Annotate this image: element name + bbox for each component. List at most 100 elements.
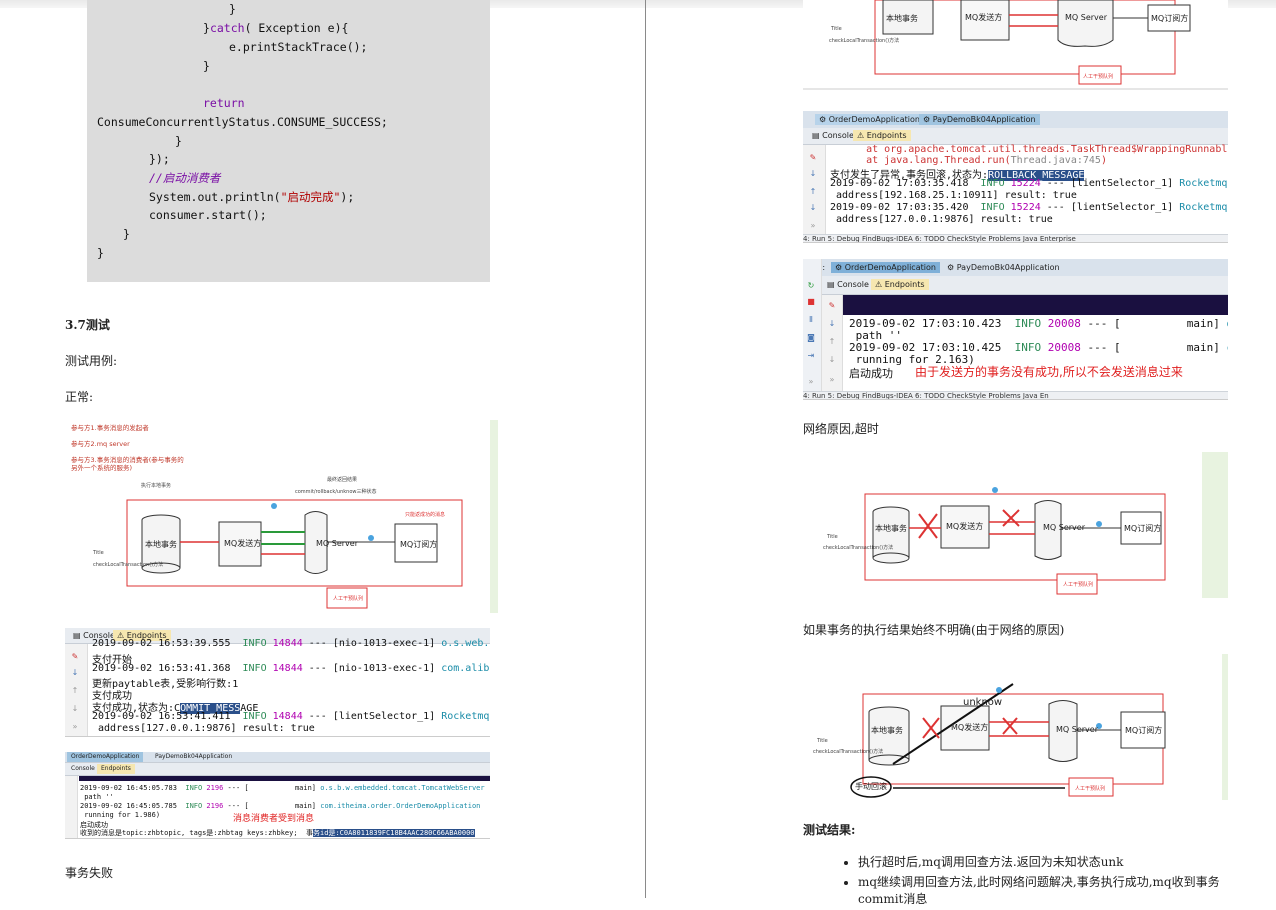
code-line: }catch( Exception e){	[203, 21, 349, 35]
sort-icon[interactable]: ↓	[70, 668, 80, 677]
down-icon[interactable]: ↓	[808, 203, 818, 212]
more-icon[interactable]: »	[808, 221, 818, 230]
final-result-label: 最终返回结果	[327, 477, 358, 483]
mq-subscriber-label: MQ订阅方	[1124, 524, 1162, 533]
test-case-label: 测试用例:	[65, 354, 118, 368]
title-small: Title	[817, 738, 828, 744]
check-method-label: checkLocalTransaction()方法	[813, 749, 884, 755]
console-tab-bar: ▤ Console ⚠ Endpoints	[803, 276, 1228, 295]
log-line: 2019-09-02 16:53:41.368 INFO 14844 --- […	[92, 663, 490, 674]
down-icon[interactable]: ↓	[827, 355, 837, 364]
rerun-icon[interactable]: ↻	[806, 281, 816, 290]
tab-endpoints[interactable]: Endpoints	[97, 764, 135, 774]
log-line: 2019-09-02 16:53:41.411 INFO 14844 --- […	[92, 711, 490, 722]
log-line: 2019-09-02 16:45:05.785 INFO 2196 --- [ …	[80, 802, 481, 810]
tab-order-app[interactable]: ⚙ OrderDemoApplication	[815, 114, 924, 125]
code-line: }	[203, 59, 210, 73]
mq-subscriber-label: MQ订阅方	[1151, 14, 1189, 23]
more-icon[interactable]: »	[70, 722, 80, 731]
code-line: });	[149, 152, 170, 166]
tab-console[interactable]: ▤ Console	[823, 279, 873, 290]
down-icon[interactable]: ↓	[70, 704, 80, 713]
tx-fail-label: 事务失败	[65, 866, 114, 880]
local-transaction-label: 本地事务	[871, 726, 903, 735]
results-heading: 测试结果:	[803, 823, 856, 837]
no-message-note: 由于发送方的事务没有成功,所以不会发送消息过来	[915, 365, 1183, 379]
tab-pay-app[interactable]: ⚙ PayDemoBk04Application	[943, 262, 1064, 273]
consumer-received-note: 消息消费者受到消息	[233, 814, 315, 824]
transaction-flow-diagram: 参与方1.事务消息的发起者 参与方2.mq server 参与方3.事务消息的消…	[65, 420, 498, 613]
unknown-status-diagram: 本地事务 MQ发送方 MQ Server MQ订阅方 unknow 手动回滚 T…	[803, 654, 1228, 800]
results-list: 执行超时后,mq调用回查方法.返回为未知状态unk mq继续调用回查方法,此时网…	[840, 853, 1248, 910]
code-line: return	[203, 96, 245, 110]
mq-server-label: MQ Server	[316, 539, 358, 548]
only-success-label: 只能返成功的消息	[405, 512, 446, 518]
unknow-annotation: unknow	[963, 697, 1003, 708]
console-gutter: ✎ ↓ ↑ ↓ »	[803, 145, 826, 234]
console-gutter: ✎ ↓ ↑ ↓ »	[822, 295, 843, 391]
local-transaction-label: 本地事务	[875, 524, 907, 533]
run-tab-bar: ⚙ OrderDemoApplication ⚙ PayDemoBk04Appl…	[803, 111, 1228, 129]
up-icon[interactable]: ↑	[827, 337, 837, 346]
tab-pay-app[interactable]: ⚙ PayDemoBk04Application	[919, 114, 1040, 125]
manual-queue-label: 人工干预队列	[1083, 74, 1114, 80]
camera-icon[interactable]: ◙	[806, 333, 816, 342]
ide-status-bar: 4: Run 5: Debug FindBugs-IDEA 6: TODO Ch…	[803, 391, 1228, 399]
log-line: at org.apache.tomcat.util.threads.TaskTh…	[866, 144, 1228, 155]
exec-local-tx-label: 执行本地事务	[141, 483, 172, 489]
commit-rollback-label: commit/rollback/unknow三种状态	[295, 489, 377, 495]
more-icon[interactable]: »	[806, 377, 816, 386]
console-tab-bar: Console Endpoints	[65, 763, 490, 776]
console-dark-strip	[79, 776, 490, 781]
log-line: address[127.0.0.1:9876] result: true	[92, 723, 315, 734]
tab-console[interactable]: ▤ Console	[808, 130, 858, 141]
check-method-label: checkLocalTransaction()方法	[823, 545, 894, 551]
log-line: running for 1.986)	[80, 811, 161, 819]
run-tab-bar: Run: ⚙ OrderDemoApplication ⚙ PayDemoBk0…	[803, 259, 1228, 277]
sort-icon[interactable]: ↓	[827, 319, 837, 328]
log-line: 2019-09-02 16:53:39.555 INFO 14844 --- […	[92, 638, 490, 649]
tab-endpoints[interactable]: ⚠ Endpoints	[853, 130, 911, 141]
mq-server-label: MQ Server	[1056, 725, 1098, 734]
up-icon[interactable]: ↑	[70, 686, 80, 695]
tab-order-app[interactable]: ⚙ OrderDemoApplication	[831, 262, 940, 273]
tab-order-app[interactable]: OrderDemoApplication	[67, 752, 144, 762]
log-line: 启动成功	[849, 367, 893, 380]
code-line: System.out.println("启动完成");	[149, 190, 355, 204]
console-panel-commit: ▤ Console ⚠ Endpoints ✎ ↓ ↑ ↓ » 2019-09-…	[65, 628, 490, 737]
mq-server-label: MQ Server	[1065, 13, 1107, 22]
tab-pay-app[interactable]: PayDemoBk04Application	[151, 752, 236, 762]
run-toolbar: ↻ ■ Ⅱ ◙ ⇥ »	[803, 259, 822, 391]
exit-icon[interactable]: ⇥	[806, 351, 816, 360]
tab-endpoints[interactable]: ⚠ Endpoints	[871, 279, 929, 290]
console-panel-consumer: OrderDemoApplication PayDemoBk04Applicat…	[65, 752, 490, 839]
code-line: consumer.start();	[149, 208, 267, 222]
log-line: 2019-09-02 17:03:35.418 INFO 15224 --- […	[830, 178, 1228, 189]
ide-status-bar: 4: Run 5: Debug FindBugs-IDEA 6: TODO Ch…	[803, 234, 1228, 242]
section-heading: 3.7测试	[65, 318, 110, 332]
manual-queue-label: 人工干预队列	[1075, 786, 1106, 792]
log-line: 收到的消息是topic:zhbtopic, tags是:zhbtag keys:…	[80, 829, 475, 837]
run-tab-bar: OrderDemoApplication PayDemoBk04Applicat…	[65, 752, 490, 763]
log-line: address[127.0.0.1:9876] result: true	[830, 214, 1053, 225]
title-small: Title	[831, 26, 842, 32]
log-line: 2019-09-02 17:03:10.423 INFO 20008 --- […	[849, 317, 1228, 330]
more-icon[interactable]: »	[827, 375, 837, 384]
local-transaction-label: 本地事务	[886, 14, 918, 23]
clear-icon[interactable]: ✎	[827, 301, 837, 310]
check-method-label: checkLocalTransaction()方法	[93, 562, 164, 568]
tab-console[interactable]: Console	[67, 764, 99, 774]
manual-queue-label: 人工干预队列	[1063, 582, 1094, 588]
code-line: }	[123, 227, 130, 241]
console-dark-strip	[843, 295, 1228, 315]
console-panel-rollback: ⚙ OrderDemoApplication ⚙ PayDemoBk04Appl…	[803, 111, 1228, 243]
sort-icon[interactable]: ↓	[808, 169, 818, 178]
console-tab-bar: ▤ Console ⚠ Endpoints	[803, 128, 1228, 145]
clear-icon[interactable]: ✎	[70, 652, 80, 661]
log-line: 2019-09-02 17:03:35.420 INFO 15224 --- […	[830, 202, 1228, 213]
code-line: e.printStackTrace();	[229, 40, 368, 54]
pause-icon[interactable]: Ⅱ	[806, 315, 816, 324]
stop-icon[interactable]: ■	[806, 297, 816, 306]
up-icon[interactable]: ↑	[808, 187, 818, 196]
clear-icon[interactable]: ✎	[808, 153, 818, 162]
